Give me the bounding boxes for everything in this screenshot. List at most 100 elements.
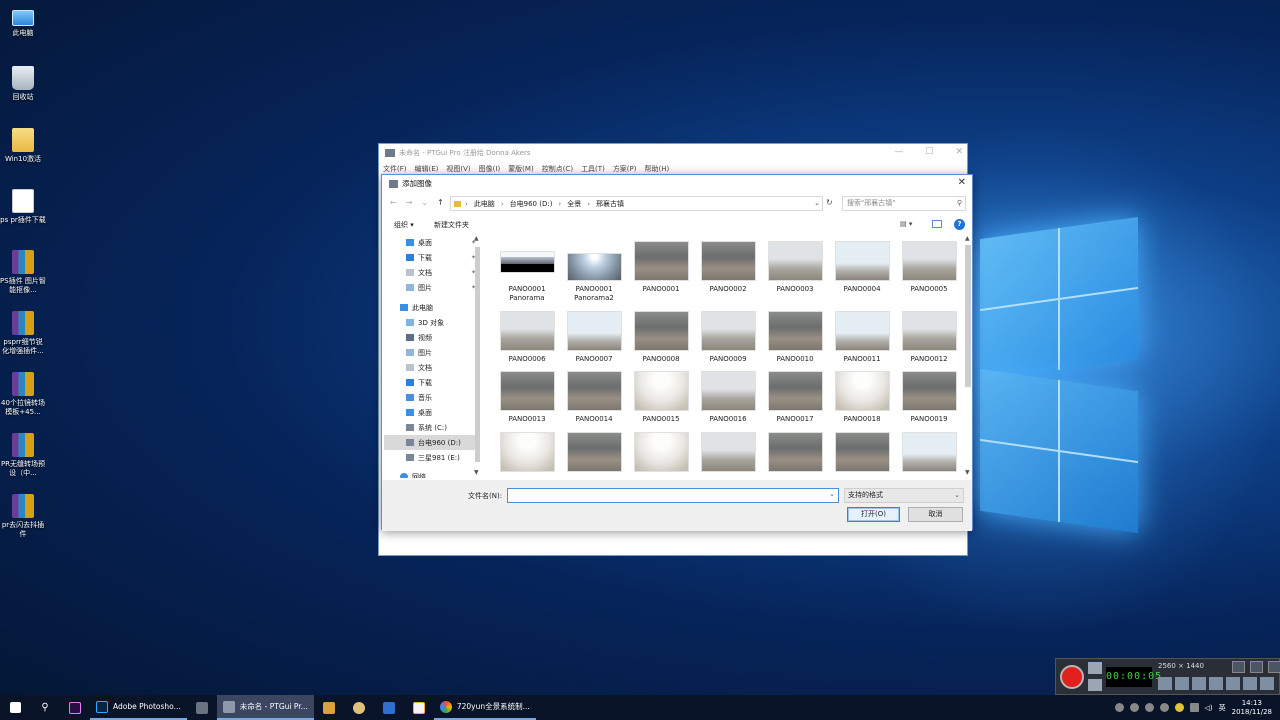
refresh-icon[interactable]: ↻: [826, 198, 833, 207]
up-arrow-icon[interactable]: ↑: [437, 198, 444, 207]
breadcrumb-panorama[interactable]: 全景: [567, 199, 581, 209]
file-tile[interactable]: PANO0003: [764, 241, 826, 294]
filename-input[interactable]: ⌄: [507, 488, 839, 503]
menu-help[interactable]: 帮助(H): [645, 164, 670, 174]
nav-item-network[interactable]: 网络: [384, 469, 480, 478]
view-options-icon[interactable]: ▤ ▾: [900, 220, 918, 229]
recent-chevron-icon[interactable]: ⌄: [421, 198, 428, 207]
taskbar-app-ptgui[interactable]: 未命名 - PTGui Pr...: [216, 695, 314, 720]
desktop-icon-recycle-bin[interactable]: 回收站: [0, 66, 46, 102]
webcam-icon[interactable]: [1192, 677, 1206, 690]
nav-item-drive-c[interactable]: 系统 (C:): [384, 420, 480, 435]
pen-icon[interactable]: [1226, 677, 1240, 690]
tray-icon[interactable]: [1114, 703, 1124, 712]
scroll-up-icon[interactable]: ▲: [965, 235, 970, 242]
file-tile[interactable]: [831, 432, 893, 476]
gear-icon[interactable]: [1260, 677, 1274, 690]
taskbar-app-d[interactable]: [404, 695, 434, 720]
nav-item-documents[interactable]: 文档: [384, 360, 480, 375]
tray-icon[interactable]: [1159, 703, 1169, 712]
scroll-down-icon[interactable]: ▼: [965, 469, 970, 476]
desktop-icon-sharpen[interactable]: psprr细节锐化增强插件...: [0, 311, 46, 356]
file-tile[interactable]: PANO0008: [630, 311, 692, 364]
menu-project[interactable]: 方案(P): [613, 164, 637, 174]
file-tile[interactable]: [630, 432, 692, 476]
taskbar-app-c[interactable]: [374, 695, 404, 720]
pause-icon[interactable]: [1088, 679, 1102, 691]
file-grid-scroll-thumb[interactable]: [965, 245, 971, 387]
nav-item-drive-d[interactable]: 台电960 (D:): [384, 435, 480, 450]
menu-view[interactable]: 视图(V): [446, 164, 470, 174]
nav-item-3d-objects[interactable]: 3D 对象: [384, 315, 480, 330]
volume-icon[interactable]: ◁): [1205, 704, 1213, 712]
file-tile[interactable]: [764, 432, 826, 476]
minimize-icon[interactable]: [1250, 661, 1263, 673]
search-input[interactable]: 搜索"邢襄古镇" ⚲: [842, 196, 966, 211]
tray-icon[interactable]: [1129, 703, 1139, 712]
ime-indicator[interactable]: 英: [1219, 703, 1226, 713]
folder-icon[interactable]: [1243, 677, 1257, 690]
file-tile[interactable]: PANO0018: [831, 371, 893, 424]
taskbar-app-720yun[interactable]: 720yun全景系统制...: [433, 695, 536, 720]
open-button[interactable]: 打开(O): [847, 507, 900, 522]
address-bar[interactable]: › 此电脑 › 台电960 (D:) › 全景 › 邢襄古镇 ⌄: [450, 196, 823, 211]
cancel-button[interactable]: 取消: [908, 507, 963, 522]
desktop-icon-pr-presets[interactable]: PR无缝转场预设（中...: [0, 433, 46, 478]
breadcrumb-current-folder[interactable]: 邢襄古镇: [596, 199, 624, 209]
nav-item-downloads[interactable]: 下载: [384, 375, 480, 390]
help-button[interactable]: ?: [954, 219, 965, 230]
tray-icon[interactable]: [1144, 703, 1154, 712]
file-tile[interactable]: PANO0012: [898, 311, 960, 364]
file-tile[interactable]: PANO0007: [563, 311, 625, 364]
search-button[interactable]: ⚲: [30, 695, 60, 720]
nav-item-music[interactable]: 音乐: [384, 390, 480, 405]
file-tile[interactable]: PANO0014: [563, 371, 625, 424]
menu-image[interactable]: 图像(I): [479, 164, 501, 174]
file-type-select[interactable]: 支持的格式 ⌄: [844, 488, 964, 503]
nav-item-downloads-pinned[interactable]: 下载 ✦: [384, 250, 480, 265]
cursor-icon[interactable]: [1209, 677, 1223, 690]
file-tile[interactable]: PANO0010: [764, 311, 826, 364]
file-tile[interactable]: PANO0011: [831, 311, 893, 364]
camera-icon[interactable]: [1088, 662, 1102, 674]
taskbar-premiere[interactable]: [60, 695, 90, 720]
menu-mask[interactable]: 蒙版(M): [508, 164, 534, 174]
file-tile[interactable]: PANO0005: [898, 241, 960, 294]
nav-item-this-pc[interactable]: 此电脑: [384, 300, 480, 315]
start-button[interactable]: [0, 695, 30, 720]
taskbar-app-b[interactable]: [344, 695, 374, 720]
nav-item-desktop-pinned[interactable]: 桌面 ✦: [384, 235, 480, 250]
desktop-icon-plugins[interactable]: ps pr插件下载: [0, 189, 46, 225]
desktop-icon-deflicker[interactable]: pr去闪去抖插件: [0, 494, 46, 539]
taskbar-app-a[interactable]: [314, 695, 344, 720]
network-icon[interactable]: [1189, 703, 1199, 712]
nav-item-pictures[interactable]: 图片: [384, 345, 480, 360]
minimize-icon[interactable]: —: [894, 147, 903, 157]
file-tile[interactable]: PANO0006: [496, 311, 558, 364]
nav-item-desktop[interactable]: 桌面: [384, 405, 480, 420]
record-button[interactable]: [1060, 665, 1084, 689]
close-icon[interactable]: ✕: [958, 177, 966, 188]
close-icon[interactable]: [1268, 661, 1280, 673]
organize-button[interactable]: 组织 ▾: [394, 220, 414, 230]
file-tile[interactable]: PANO0009: [697, 311, 759, 364]
file-tile[interactable]: PANO0001 Panorama: [496, 241, 558, 303]
maximize-icon[interactable]: ☐: [925, 147, 933, 157]
file-tile[interactable]: [898, 432, 960, 476]
scroll-up-icon[interactable]: ▲: [474, 235, 479, 242]
file-tile[interactable]: [697, 432, 759, 476]
desktop-icon-ps-plugin[interactable]: PS插件 图片智能抠像...: [0, 250, 46, 295]
file-tile[interactable]: PANO0013: [496, 371, 558, 424]
file-tile[interactable]: [563, 432, 625, 476]
window-icon[interactable]: [1232, 661, 1245, 673]
file-tile[interactable]: PANO0001: [630, 241, 692, 294]
file-tile[interactable]: PANO0017: [764, 371, 826, 424]
taskbar-app-photoshop[interactable]: Adobe Photosho...: [90, 695, 187, 720]
nav-scrollbar[interactable]: ▲ ▼: [474, 235, 480, 478]
desktop-icon-this-pc[interactable]: 此电脑: [0, 6, 46, 38]
chevron-down-icon[interactable]: ⌄: [829, 490, 835, 498]
nav-item-videos[interactable]: 视频: [384, 330, 480, 345]
file-tile[interactable]: PANO0016: [697, 371, 759, 424]
file-grid-scrollbar[interactable]: ▲ ▼: [964, 235, 972, 478]
speaker-icon[interactable]: [1158, 677, 1172, 690]
